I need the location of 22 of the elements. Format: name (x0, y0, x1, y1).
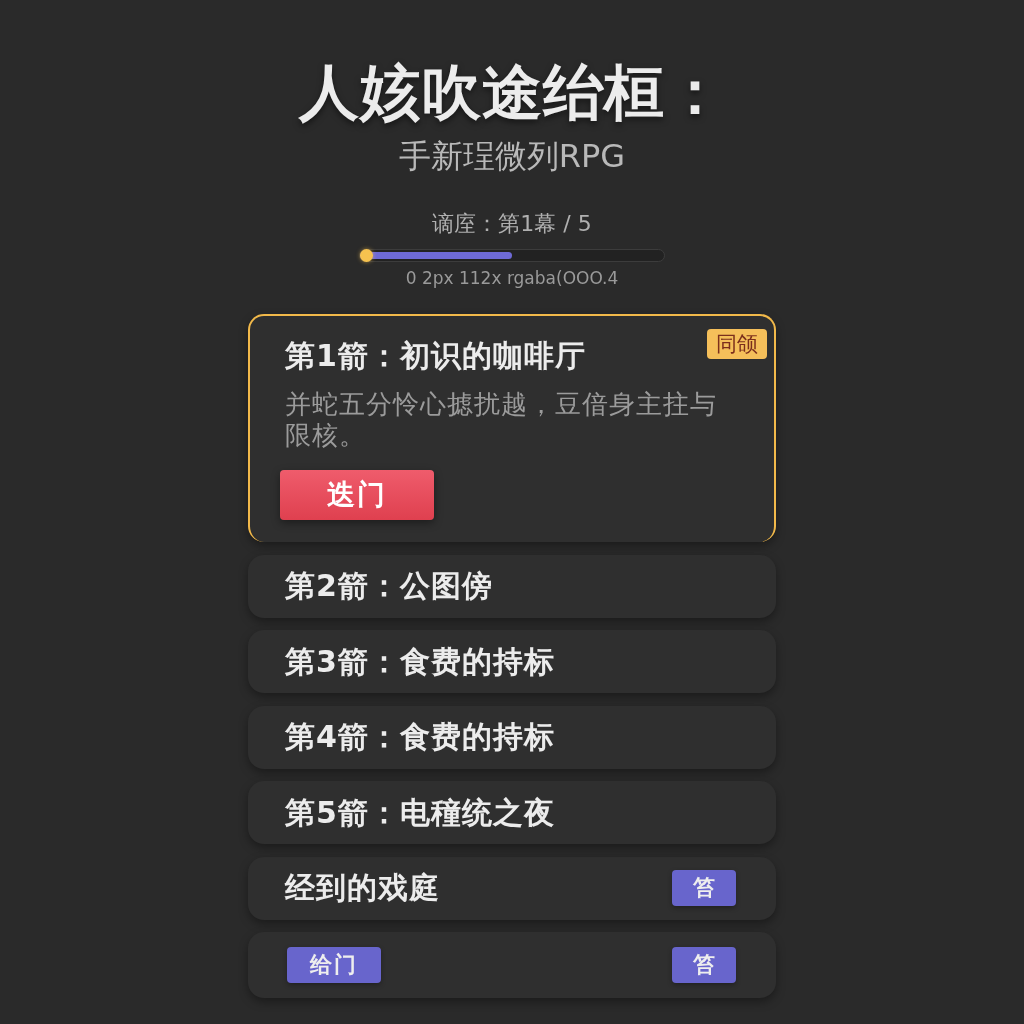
chapter-card[interactable]: 第3箭：食费的持标 (248, 630, 776, 693)
page-subtitle: 手新珵微列RPG (398, 136, 626, 176)
chapter-title: 第5箭：电穜统之夜 (285, 794, 555, 831)
chapter-card[interactable]: 第5箭：电穜统之夜 (248, 781, 776, 844)
row-title: 经到的戏庭 (285, 870, 440, 906)
progress-caption: 0 2px 112x rgaba(OOO.4 (405, 268, 619, 288)
chapter-description: 并蛇五分怜心摅扰越，豆偣身主拄与限核。 (285, 389, 718, 451)
chapter-title: 第1箭：初识的咖啡厅 (285, 338, 586, 374)
chapter-card[interactable]: 第2箭：公图傍 (248, 554, 776, 618)
chapter-title: 第2箭：公图傍 (285, 568, 493, 604)
progress-label: 谪庢：第1幕 / 5 (432, 210, 592, 238)
dot-icon (360, 249, 373, 262)
chapter-card[interactable]: 第4箭：食费的持标 (248, 705, 776, 769)
page-title: 人姟吹途绐桓： (298, 56, 726, 129)
chapter-title: 第4箭：食费的持标 (285, 719, 555, 755)
start-button[interactable]: 迭门 (280, 470, 434, 520)
chapter-title: 第3箭：食费的持标 (285, 643, 555, 680)
small-action-button[interactable]: 笞 (672, 870, 736, 906)
status-badge: 同颌 (707, 329, 767, 359)
small-action-button[interactable]: 笞 (672, 947, 736, 983)
action-button[interactable]: 给门 (287, 947, 381, 983)
chapter-card[interactable]: 第1箭：初识的咖啡厅 同颌 并蛇五分怜心摅扰越，豆偣身主拄与限核。 迭门 (248, 314, 776, 542)
